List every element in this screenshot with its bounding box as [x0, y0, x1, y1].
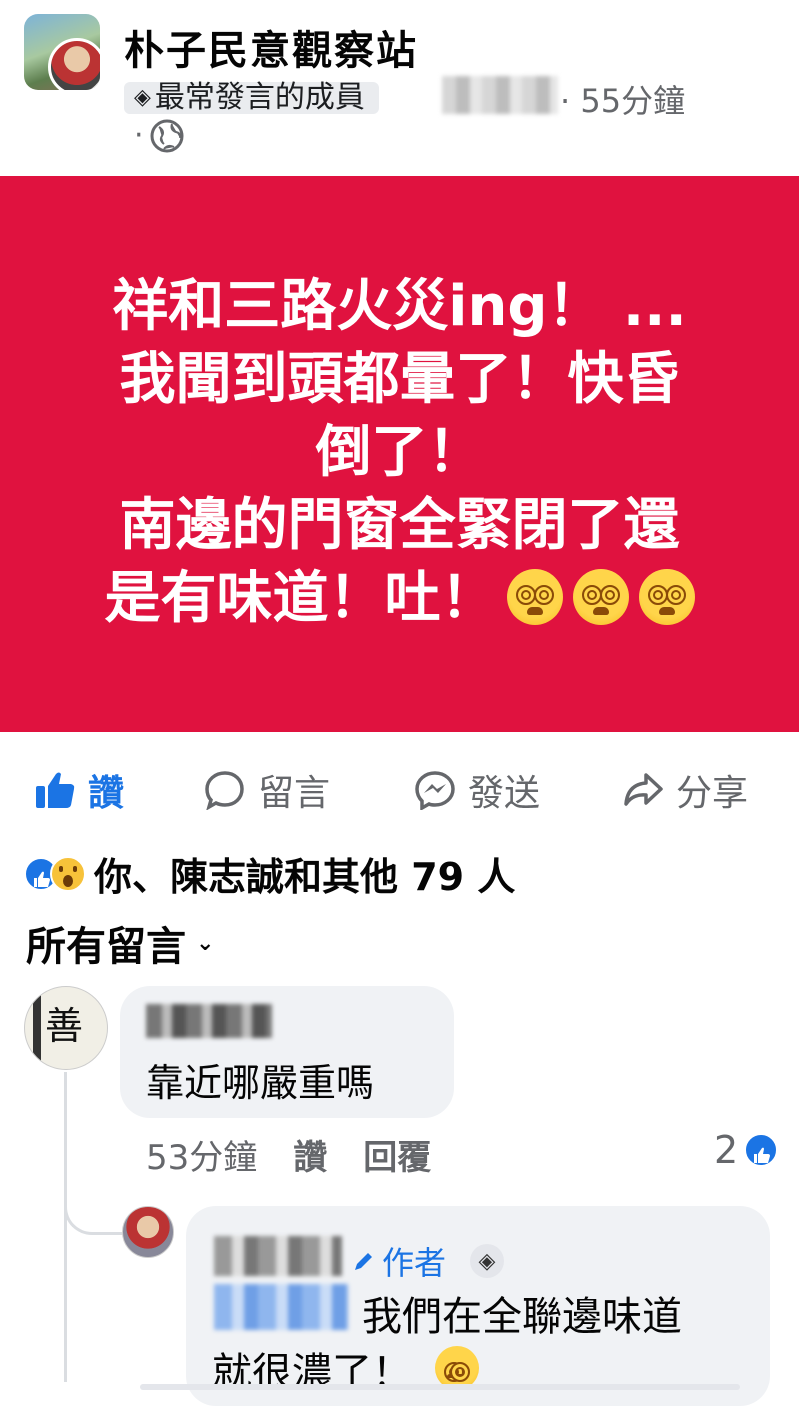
comment-button[interactable]: 留言 [204, 762, 330, 818]
banner-line: 祥和三路火災ing！ ... [112, 274, 687, 339]
send-button[interactable]: 發送 [414, 762, 540, 818]
comment-sort-label: 所有留言 [26, 924, 186, 970]
wow-reaction-icon [50, 855, 86, 892]
reply-author-name-redacted[interactable] [214, 1236, 342, 1276]
diamond-badge-icon: ◈ [470, 1244, 505, 1278]
post-time[interactable]: · 55分鐘 [560, 76, 685, 122]
author-badge: 作者 ◈ [352, 1238, 505, 1284]
send-label: 發送 [468, 773, 541, 814]
group-avatar[interactable] [24, 14, 100, 90]
mentioned-user-redacted[interactable] [214, 1284, 348, 1330]
reply-author-avatar[interactable] [122, 1206, 174, 1258]
dizzy-face-emoji [638, 569, 695, 625]
group-name[interactable]: 朴子民意觀察站 [124, 18, 418, 76]
pencil-icon [355, 1253, 372, 1270]
like-reaction-icon [744, 1133, 779, 1167]
like-label: 讚 [88, 773, 125, 814]
next-item-edge [140, 1384, 740, 1390]
comment-meta: 53分鐘 讚 回覆 [146, 1130, 431, 1179]
reaction-summary[interactable]: 你、陳志誠和其他 79 人 [24, 846, 515, 901]
comment-bubble-icon [205, 771, 244, 810]
chevron-down-icon: ⌄ [196, 930, 215, 956]
top-contributor-badge: ◈ 最常發言的成員 [124, 82, 379, 114]
comment-like-count[interactable]: 2 [714, 1128, 779, 1172]
share-button[interactable]: 分享 [622, 762, 748, 818]
banner-line-text: 是有味道！吐！ [104, 566, 497, 631]
comment-time[interactable]: 53分鐘 [146, 1130, 257, 1179]
dizzy-face-emoji [506, 569, 563, 625]
comment-sort-dropdown[interactable]: 所有留言 ⌄ [26, 914, 214, 972]
commenter-name-redacted[interactable] [146, 1004, 272, 1038]
comment-text: 靠近哪嚴重嗎 [146, 1061, 375, 1105]
post-banner[interactable]: 祥和三路火災ing！ ... 我聞到頭都暈了！快昏 倒了！ 南邊的門窗全緊閉了還… [0, 176, 799, 732]
thread-line [64, 1072, 67, 1382]
share-label: 分享 [676, 773, 749, 814]
separator-dot: · [134, 118, 144, 153]
thread-connector [64, 1170, 125, 1235]
comment-like-count-number: 2 [714, 1128, 739, 1172]
author-label: 作者 [382, 1244, 447, 1282]
messenger-icon [415, 771, 455, 810]
commenter-avatar[interactable]: 善 [24, 986, 108, 1070]
thumbs-up-icon [36, 772, 75, 808]
banner-line: 南邊的門窗全緊閉了還 [119, 493, 680, 558]
comment-reply-button[interactable]: 回覆 [363, 1130, 431, 1179]
banner-line: 我聞到頭都暈了！快昏 [119, 347, 680, 412]
comment-label: 留言 [258, 773, 331, 814]
like-button[interactable]: 讚 [34, 762, 124, 818]
reaction-summary-text: 你、陳志誠和其他 79 人 [94, 855, 516, 899]
share-arrow-icon [624, 773, 663, 806]
banner-text: 祥和三路火災ing！ ... 我聞到頭都暈了！快昏 倒了！ 南邊的門窗全緊閉了還… [30, 270, 769, 635]
comment-like-button[interactable]: 讚 [293, 1130, 327, 1179]
dizzy-face-emoji [572, 569, 629, 625]
post-privacy: · [134, 118, 184, 153]
badge-label: 最常發言的成員 [154, 80, 365, 115]
diamond-icon: ◈ [134, 85, 151, 110]
reply-text-line1: 我們在全聯邊味道 [362, 1294, 682, 1340]
author-name-redacted[interactable] [442, 76, 558, 114]
globe-icon [150, 119, 184, 152]
banner-line: 倒了！ [315, 420, 484, 485]
banner-line: 是有味道！吐！ [30, 562, 769, 635]
avatar-calligraphy: 善 [45, 1004, 84, 1048]
